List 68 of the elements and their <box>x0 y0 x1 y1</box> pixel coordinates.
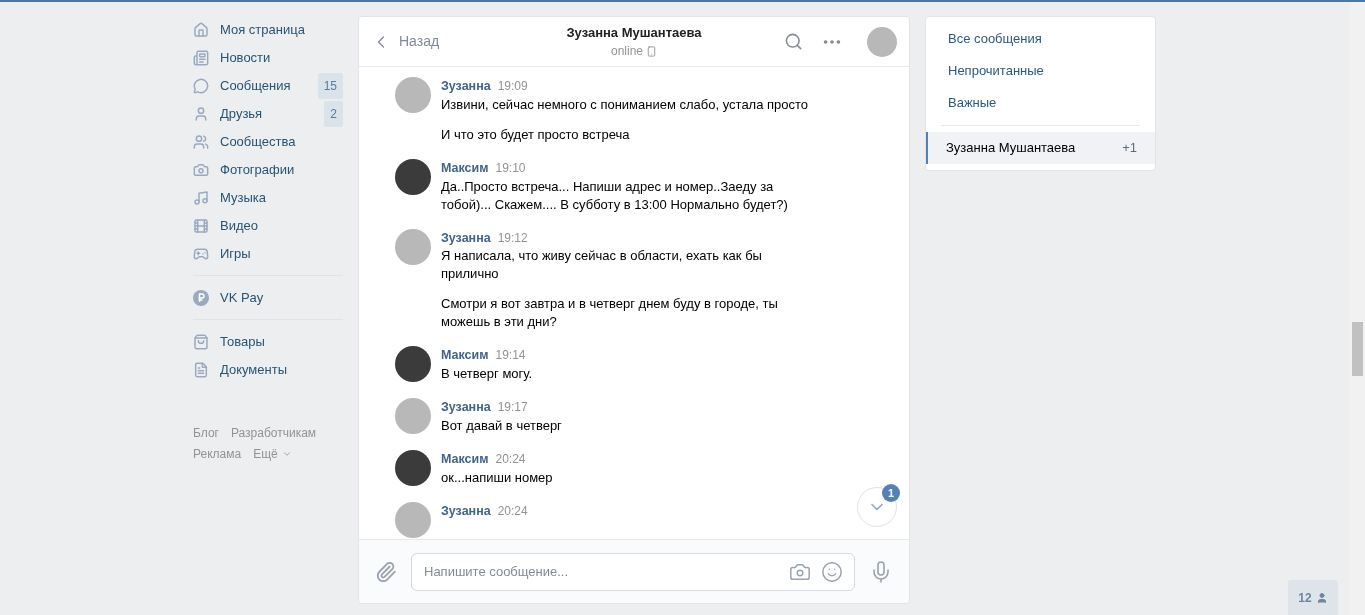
message-text: Я написала, что живу сейчас в области, ехать как бы прилично <box>441 247 763 284</box>
film-icon <box>193 218 209 234</box>
filter-item[interactable]: Непрочитанные <box>926 55 1155 87</box>
count-badge: 2 <box>324 101 343 127</box>
message-time: 19:10 <box>495 159 526 177</box>
online-status: online <box>611 43 643 61</box>
sidebar-item[interactable]: Моя страница <box>193 16 343 44</box>
author-name[interactable]: Максим <box>441 449 489 469</box>
camera-icon <box>193 162 209 178</box>
avatar-photo-placeholder[interactable] <box>395 449 431 486</box>
sidebar-item[interactable]: VK Pay <box>193 284 343 312</box>
house-icon <box>193 22 209 38</box>
scroll-down-button[interactable] <box>857 487 897 527</box>
message-time: 20:24 <box>497 502 528 520</box>
author-name[interactable]: Зузанна <box>441 398 491 417</box>
filter-item[interactable]: Все сообщения <box>926 23 1155 55</box>
gamepad-icon <box>193 246 209 262</box>
scrollbar[interactable] <box>1350 2 1365 615</box>
back-link[interactable]: Назад <box>371 31 551 52</box>
chat-title: Зузанна Мушантаева <box>566 23 702 42</box>
sidebar-item[interactable]: Видео <box>193 212 343 240</box>
author-name[interactable]: Максим <box>441 346 489 365</box>
message-text: ок...напиши номер <box>441 468 554 487</box>
search-icon[interactable] <box>784 32 803 51</box>
phone-icon <box>646 45 657 57</box>
sidebar-item[interactable]: Фотографии <box>193 156 343 184</box>
filter-item[interactable]: Важные <box>926 87 1155 119</box>
smile-icon[interactable] <box>821 560 843 583</box>
sidebar-item[interactable]: Товары <box>193 328 343 356</box>
person-icon <box>1315 591 1328 604</box>
message-text: Вот давай в четверг <box>441 416 563 435</box>
author-name[interactable]: Максим <box>441 158 489 178</box>
sidebar-item[interactable]: Сообщения 15 <box>193 72 343 100</box>
message-text: В четверг могу. <box>441 365 534 383</box>
message-time: 19:17 <box>497 399 528 416</box>
music-note-icon <box>193 190 209 206</box>
count-badge: 15 <box>317 73 343 99</box>
author-name[interactable]: Зузанна <box>441 501 491 521</box>
message-text: Да..Просто встреча... Напиши адрес и номер..Заеду за тобой)... Скажем.... В субботу в 13:00 Нормально будет?) <box>441 177 789 214</box>
person-icon <box>193 106 209 122</box>
sidebar-item[interactable]: Новости <box>193 44 343 72</box>
paperclip-icon[interactable] <box>375 560 397 583</box>
sidebar-item[interactable]: Игры <box>193 240 343 268</box>
avatar-photo-placeholder[interactable] <box>395 346 431 383</box>
sidebar-item[interactable]: Друзья 2 <box>193 100 343 128</box>
message-text: Извини, сейчас немного с пониманием слабо, устала просто <box>441 95 810 114</box>
author-name[interactable]: Зузанна <box>441 228 491 248</box>
conversation-item[interactable]: Зузанна Мушантаева +1 <box>926 132 1155 164</box>
message-text: Смотри я вот завтра и в четверг днем буду в городе, ты можешь в эти дни? <box>441 295 779 332</box>
document-icon <box>193 362 209 378</box>
message-time: 19:12 <box>497 229 528 247</box>
message-time: 19:09 <box>497 78 528 95</box>
message-text: И что это будет просто встреча <box>441 125 631 144</box>
newspaper-icon <box>193 50 209 66</box>
message-input-field[interactable]: Напишите сообщение... <box>411 552 855 591</box>
people-icon <box>193 134 209 150</box>
caret-icon <box>281 449 292 459</box>
unread-badge: 1 <box>882 484 900 502</box>
sidebar-item[interactable]: Музыка <box>193 184 343 212</box>
avatar-photo-placeholder[interactable] <box>395 158 431 195</box>
message-time: 20:24 <box>495 450 526 468</box>
sidebar-item[interactable]: Сообщества <box>193 128 343 156</box>
sidebar-item[interactable]: Документы <box>193 356 343 384</box>
ruble-coin-icon <box>193 290 209 306</box>
bag-icon <box>193 334 209 350</box>
author-name[interactable]: Зузанна <box>441 77 491 96</box>
speech-bubble-icon <box>193 78 209 94</box>
message-time: 19:14 <box>495 347 526 365</box>
